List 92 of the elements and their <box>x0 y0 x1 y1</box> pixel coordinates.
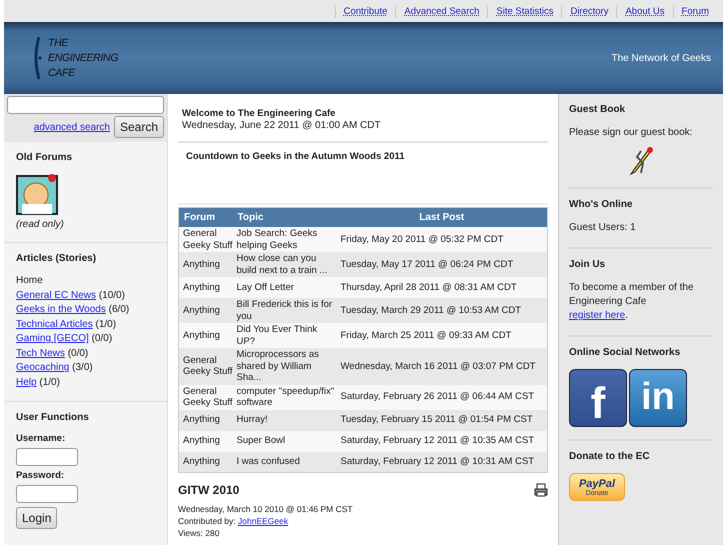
top-nav-link[interactable]: Forum <box>672 6 717 16</box>
welcome-date: Wednesday, June 22 2011 @ 01:00 AM CDT <box>182 119 382 133</box>
column-header: Topic <box>232 208 336 227</box>
username-field[interactable] <box>16 448 78 466</box>
topic-cell[interactable]: I was confused <box>232 452 336 472</box>
category-link[interactable]: Tech News <box>16 348 65 358</box>
column-header: Forum <box>178 208 232 227</box>
join-text: To become a member of the Engineering Cafe <box>569 282 694 307</box>
table-cell: Saturday, February 12 2011 @ 10:35 AM CST <box>336 430 548 452</box>
column-header: Last Post <box>336 208 548 227</box>
topic-cell[interactable]: computer "speedup/fix" software <box>232 384 336 410</box>
username-label: Username: <box>16 433 66 444</box>
cartoon-face-icon[interactable] <box>16 173 60 215</box>
section-heading: Old Forums <box>16 152 72 163</box>
printer-icon[interactable] <box>534 483 548 497</box>
section-heading: Who's Online <box>569 199 632 210</box>
table-cell: Saturday, February 26 2011 @ 06:44 AM CST <box>336 384 548 410</box>
contributed-label: Contributed by: <box>178 516 236 526</box>
author-link[interactable]: JohnEEGeek <box>238 516 288 526</box>
topic-cell[interactable]: Super Bowl <box>232 430 336 452</box>
category-count: (0/0) <box>92 333 112 344</box>
category-link[interactable]: Technical Articles <box>16 318 93 330</box>
social-network-link[interactable]: f <box>569 369 627 427</box>
guest-book-text: Please sign our guest book: <box>569 126 694 140</box>
topic-cell[interactable]: How close can you build next to a train ... <box>232 252 336 277</box>
table-cell: Anything <box>178 252 232 277</box>
site-tagline: The Network of Geeks <box>612 52 711 64</box>
password-field[interactable] <box>16 485 78 503</box>
category-count: (10/0) <box>98 290 125 300</box>
table-cell: Anything <box>178 277 232 298</box>
topic-cell[interactable]: Lay Off Letter <box>232 277 336 298</box>
category-count: (1/0) <box>95 318 116 330</box>
online-count: Guest Users: 1 <box>569 221 636 235</box>
table-cell: General Geeky Stuff <box>178 227 232 252</box>
table-cell: Anything <box>178 323 232 348</box>
story-date: Wednesday, March 10 2010 @ 01:46 PM CST <box>178 503 354 515</box>
top-nav-link[interactable]: Contribute <box>334 6 396 16</box>
story-views: Views: 280 <box>178 527 220 539</box>
category-link[interactable]: General EC News <box>16 290 96 300</box>
table-cell: Tuesday, May 17 2011 @ 06:24 PM CDT <box>336 252 548 277</box>
top-nav-link[interactable]: Advanced Search <box>395 6 488 16</box>
section-heading: Guest Book <box>569 104 626 115</box>
category-link[interactable]: Geocaching <box>16 362 70 373</box>
search-button[interactable]: Search <box>114 116 164 138</box>
category-link[interactable]: Gaming [GECO] <box>16 333 89 344</box>
top-nav-link[interactable]: About Us <box>616 6 673 16</box>
pencil-icon[interactable] <box>627 145 655 175</box>
topic-cell[interactable]: Hurray! <box>232 410 336 430</box>
register-link[interactable]: register here <box>569 310 626 321</box>
table-cell: General Geeky Stuff <box>178 348 232 384</box>
topic-cell[interactable]: Microprocessors as shared by William Sha... <box>232 348 336 384</box>
join-punctuation: . <box>625 310 628 321</box>
countdown-title: Countdown to Geeks in the Autumn Woods 2011 <box>186 151 405 162</box>
search-field[interactable] <box>7 96 164 114</box>
category-label: Home <box>16 275 43 286</box>
welcome-title: Welcome to The Engineering Cafe <box>182 108 336 119</box>
section-heading: Join Us <box>569 259 606 270</box>
top-nav-link[interactable]: Site Statistics <box>487 6 562 16</box>
topic-cell[interactable]: Bill Frederick this is for you <box>232 298 336 323</box>
topic-cell[interactable]: Did You Ever Think UP? <box>232 323 336 348</box>
logo-text: THE ENGINEERING CAFE <box>48 36 118 80</box>
login-button[interactable]: Login <box>16 507 58 529</box>
table-cell: Thursday, April 28 2011 @ 08:31 AM CDT <box>336 277 548 298</box>
category-count: (6/0) <box>108 304 130 315</box>
table-cell: Anything <box>178 452 232 472</box>
category-link[interactable]: Help <box>16 376 37 388</box>
table-cell: Anything <box>178 430 232 452</box>
section-heading: Articles (Stories) <box>16 253 96 264</box>
read-only-note: (read only) <box>16 219 64 230</box>
table-cell: Tuesday, February 15 2011 @ 01:54 PM CST <box>336 410 548 430</box>
section-heading: Donate to the EC <box>569 451 650 462</box>
category-link[interactable]: Geeks in the Woods <box>16 304 106 315</box>
table-cell: Anything <box>178 298 232 323</box>
table-cell: Wednesday, March 16 2011 @ 03:07 PM CDT <box>336 348 548 384</box>
story-title: GITW 2010 <box>178 483 240 497</box>
category-count: (0/0) <box>68 348 88 358</box>
social-network-link[interactable]: in <box>629 369 687 427</box>
table-cell: General Geeky Stuff <box>178 384 232 410</box>
advanced-search-link[interactable]: advanced search <box>34 122 110 132</box>
section-heading: Online Social Networks <box>569 347 680 358</box>
top-nav-link[interactable]: Directory <box>561 6 616 16</box>
category-count: (1/0) <box>39 376 60 388</box>
table-cell: Anything <box>178 410 232 430</box>
section-heading: User Functions <box>16 412 89 423</box>
password-label: Password: <box>16 470 64 481</box>
topic-cell[interactable]: Job Search: Geeks helping Geeks <box>232 227 336 252</box>
category-count: (3/0) <box>72 362 93 373</box>
logo-bracket-icon <box>32 35 42 81</box>
table-cell: Friday, May 20 2011 @ 05:32 PM CDT <box>336 227 548 252</box>
table-cell: Saturday, February 12 2011 @ 10:31 AM CST <box>336 452 548 472</box>
table-cell: Tuesday, March 29 2011 @ 10:53 AM CDT <box>336 298 548 323</box>
table-cell: Friday, March 25 2011 @ 09:33 AM CDT <box>336 323 548 348</box>
